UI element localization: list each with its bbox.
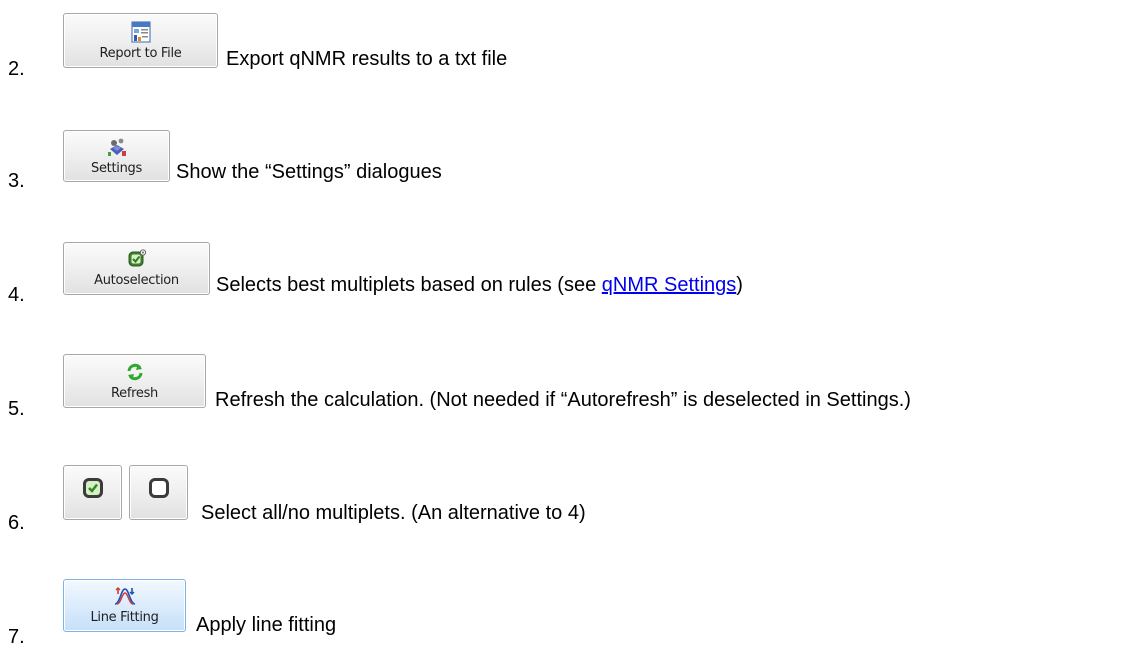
button-label: Report to File — [99, 46, 182, 61]
description-closing: ) — [736, 274, 743, 296]
item-number: 4. — [8, 284, 25, 306]
description-text: Selects best multiplets based on rules (… — [216, 274, 602, 296]
item-number: 3. — [8, 170, 25, 192]
report-to-file-button[interactable]: Report to File — [63, 13, 218, 68]
qnmr-settings-link[interactable]: qNMR Settings — [602, 274, 737, 296]
item-number: 6. — [8, 512, 25, 534]
report-file-icon — [130, 21, 151, 43]
line-fitting-icon — [114, 587, 135, 605]
item-description: Select all/no multiplets. (An alternativ… — [201, 502, 586, 524]
item-description: Show the “Settings” dialogues — [176, 161, 442, 183]
select-none-button[interactable] — [129, 465, 188, 520]
item-number: 5. — [8, 398, 25, 420]
refresh-button[interactable]: Refresh — [63, 354, 206, 408]
autoselection-button[interactable]: Autoselection — [63, 242, 210, 295]
select-all-button[interactable] — [63, 465, 122, 520]
item-number: 7. — [8, 626, 25, 648]
autoselection-icon — [128, 249, 146, 267]
item-description: Refresh the calculation. (Not needed if … — [215, 389, 911, 411]
button-label: Line Fitting — [90, 610, 159, 625]
button-label: Refresh — [111, 386, 158, 401]
item-description: Export qNMR results to a txt file — [226, 48, 508, 70]
line-fitting-button[interactable]: Line Fitting — [63, 579, 186, 632]
settings-button[interactable]: Settings — [63, 130, 170, 182]
refresh-icon — [127, 363, 142, 381]
select-none-icon — [148, 478, 169, 498]
item-description: Apply line fitting — [196, 614, 337, 636]
settings-icon — [107, 138, 126, 156]
button-label: Settings — [91, 161, 142, 176]
select-all-icon — [82, 478, 103, 498]
button-label: Autoselection — [94, 273, 179, 288]
item-description: Selects best multiplets based on rules (… — [216, 274, 743, 297]
item-number: 2. — [8, 58, 25, 80]
